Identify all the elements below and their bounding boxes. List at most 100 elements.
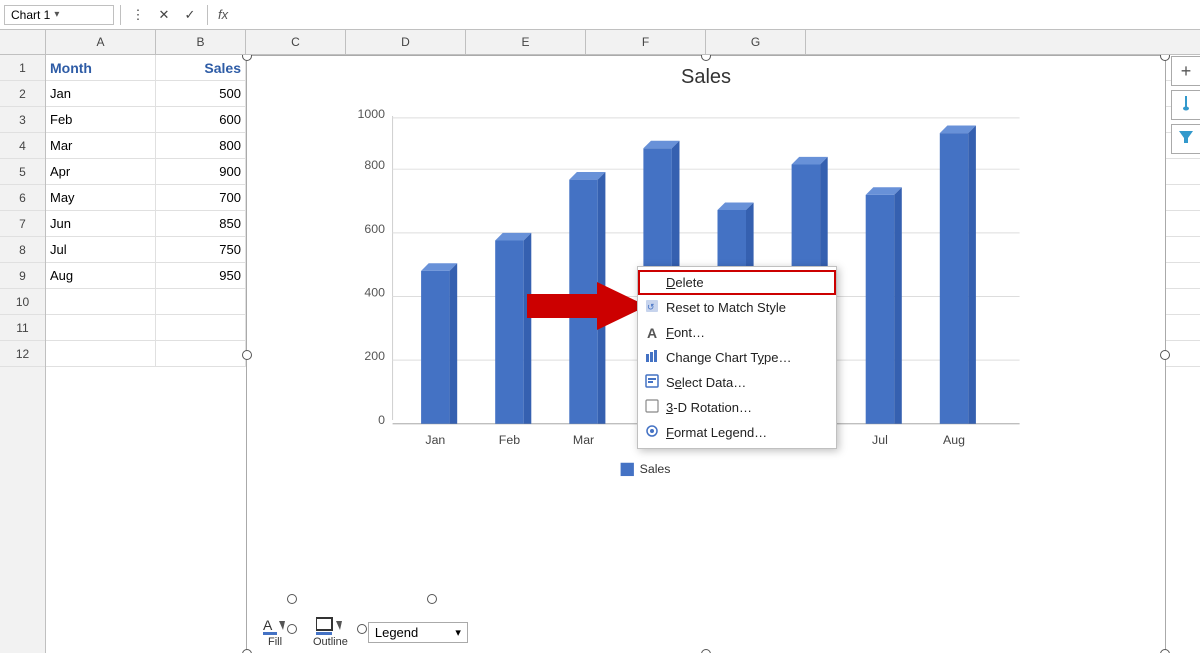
svg-text:Jul: Jul [872, 433, 888, 447]
legend-dropdown-label: Legend [375, 625, 418, 640]
filter-icon [1178, 129, 1194, 150]
svg-text:↺: ↺ [647, 302, 655, 312]
outline-label: Outline [313, 636, 348, 648]
add-chart-element-btn[interactable]: + [1171, 56, 1200, 86]
delete-menu-item[interactable]: Delete [638, 270, 836, 295]
chart-tools: + [1171, 56, 1200, 154]
col-header-b[interactable]: B [156, 30, 246, 54]
select-data-menu-item[interactable]: Select Data… [638, 370, 836, 395]
plus-icon: + [1181, 61, 1192, 82]
name-box[interactable]: Chart 1 ▾ [4, 5, 114, 25]
chart-bottom-bar: A Fill Outline [257, 614, 468, 650]
handle-ml[interactable] [242, 350, 252, 360]
cell-b2[interactable]: 500 [156, 81, 246, 106]
row-num-1[interactable]: 1 [0, 55, 45, 81]
col-header-c[interactable]: C [246, 30, 346, 54]
reset-icon: ↺ [644, 299, 660, 316]
outline-btn[interactable]: Outline [307, 614, 354, 650]
cell-b1[interactable]: Sales [156, 55, 246, 80]
font-icon: A [644, 325, 660, 341]
cell-a5[interactable]: Apr [46, 159, 156, 184]
formula-cancel-btn[interactable]: ✕ [153, 4, 175, 26]
formula-bar: Chart 1 ▾ ⋮ ✕ ✓ fx [0, 0, 1200, 30]
change-chart-type-menu-item[interactable]: Change Chart Type… [638, 345, 836, 370]
cell-b8[interactable]: 750 [156, 237, 246, 262]
cell-a6[interactable]: May [46, 185, 156, 210]
select-data-label: Select Data… [666, 375, 746, 390]
cell-a2[interactable]: Jan [46, 81, 156, 106]
row-num-8[interactable]: 8 [0, 237, 45, 263]
cell-b4[interactable]: 800 [156, 133, 246, 158]
formula-confirm-btn[interactable]: ✓ [179, 4, 201, 26]
cell-b12[interactable] [156, 341, 246, 366]
legend-dropdown-chevron: ▾ [455, 626, 461, 639]
row-num-6[interactable]: 6 [0, 185, 45, 211]
cell-a3[interactable]: Feb [46, 107, 156, 132]
row-num-3[interactable]: 3 [0, 107, 45, 133]
cell-b7[interactable]: 850 [156, 211, 246, 236]
chart-container[interactable]: Sales 0 200 400 600 800 [246, 55, 1166, 653]
handle-legend-tl[interactable] [287, 594, 297, 604]
col-header-g[interactable]: G [706, 30, 806, 54]
cell-a4[interactable]: Mar [46, 133, 156, 158]
fill-btn[interactable]: A Fill [257, 614, 293, 650]
delete-label: Delete [666, 275, 704, 290]
cell-a12[interactable] [46, 341, 156, 366]
cell-a1[interactable]: Month [46, 55, 156, 80]
reset-style-menu-item[interactable]: ↺ Reset to Match Style [638, 295, 836, 320]
col-header-a[interactable]: A [46, 30, 156, 54]
row-num-7[interactable]: 7 [0, 211, 45, 237]
format-legend-menu-item[interactable]: Format Legend… [638, 420, 836, 445]
rotation-label: 3-D Rotation… [666, 400, 752, 415]
svg-text:0: 0 [378, 413, 385, 427]
chart-title: Sales [257, 66, 1155, 89]
svg-text:Mar: Mar [573, 433, 594, 447]
legend-dropdown[interactable]: Legend ▾ [368, 622, 468, 643]
cell-a9[interactable]: Aug [46, 263, 156, 288]
font-menu-item[interactable]: A Font… [638, 320, 836, 345]
cell-b10[interactable] [156, 289, 246, 314]
name-box-chevron[interactable]: ▾ [54, 9, 59, 20]
handle-bl[interactable] [242, 649, 252, 653]
formula-more-btn[interactable]: ⋮ [127, 4, 149, 26]
col-header-d[interactable]: D [346, 30, 466, 54]
row-num-9[interactable]: 9 [0, 263, 45, 289]
cell-a8[interactable]: Jul [46, 237, 156, 262]
svg-text:600: 600 [364, 222, 385, 236]
change-chart-type-label: Change Chart Type… [666, 350, 792, 365]
row-num-5[interactable]: 5 [0, 159, 45, 185]
cell-b6[interactable]: 700 [156, 185, 246, 210]
svg-text:200: 200 [364, 349, 385, 363]
col-header-f[interactable]: F [586, 30, 706, 54]
row-num-4[interactable]: 4 [0, 133, 45, 159]
chart-filters-btn[interactable] [1171, 124, 1200, 154]
name-box-value: Chart 1 [11, 8, 50, 22]
handle-legend-tr[interactable] [427, 594, 437, 604]
grid-body: 1 2 3 4 5 6 7 8 9 10 11 12 Month Sales [0, 55, 1200, 653]
formula-divider-1 [120, 5, 121, 25]
cell-b5[interactable]: 900 [156, 159, 246, 184]
col-header-e[interactable]: E [466, 30, 586, 54]
row-num-11[interactable]: 11 [0, 315, 45, 341]
cell-b11[interactable] [156, 315, 246, 340]
handle-tl[interactable] [242, 55, 252, 61]
select-data-icon [644, 374, 660, 391]
row-num-12[interactable]: 12 [0, 341, 45, 367]
handle-br[interactable] [1160, 649, 1170, 653]
cell-a10[interactable] [46, 289, 156, 314]
handle-bm[interactable] [701, 649, 711, 653]
handle-mr[interactable] [1160, 350, 1170, 360]
chart-styles-btn[interactable] [1171, 90, 1200, 120]
row-num-2[interactable]: 2 [0, 81, 45, 107]
svg-text:Sales: Sales [640, 462, 671, 476]
cell-a11[interactable] [46, 315, 156, 340]
handle-tm[interactable] [701, 55, 711, 61]
row-num-10[interactable]: 10 [0, 289, 45, 315]
3d-rotation-menu-item[interactable]: 3-D Rotation… [638, 395, 836, 420]
reset-style-label: Reset to Match Style [666, 300, 786, 315]
format-legend-icon [644, 424, 660, 441]
col-headers-row: A B C D E F G [0, 30, 1200, 55]
cell-b3[interactable]: 600 [156, 107, 246, 132]
cell-b9[interactable]: 950 [156, 263, 246, 288]
cell-a7[interactable]: Jun [46, 211, 156, 236]
